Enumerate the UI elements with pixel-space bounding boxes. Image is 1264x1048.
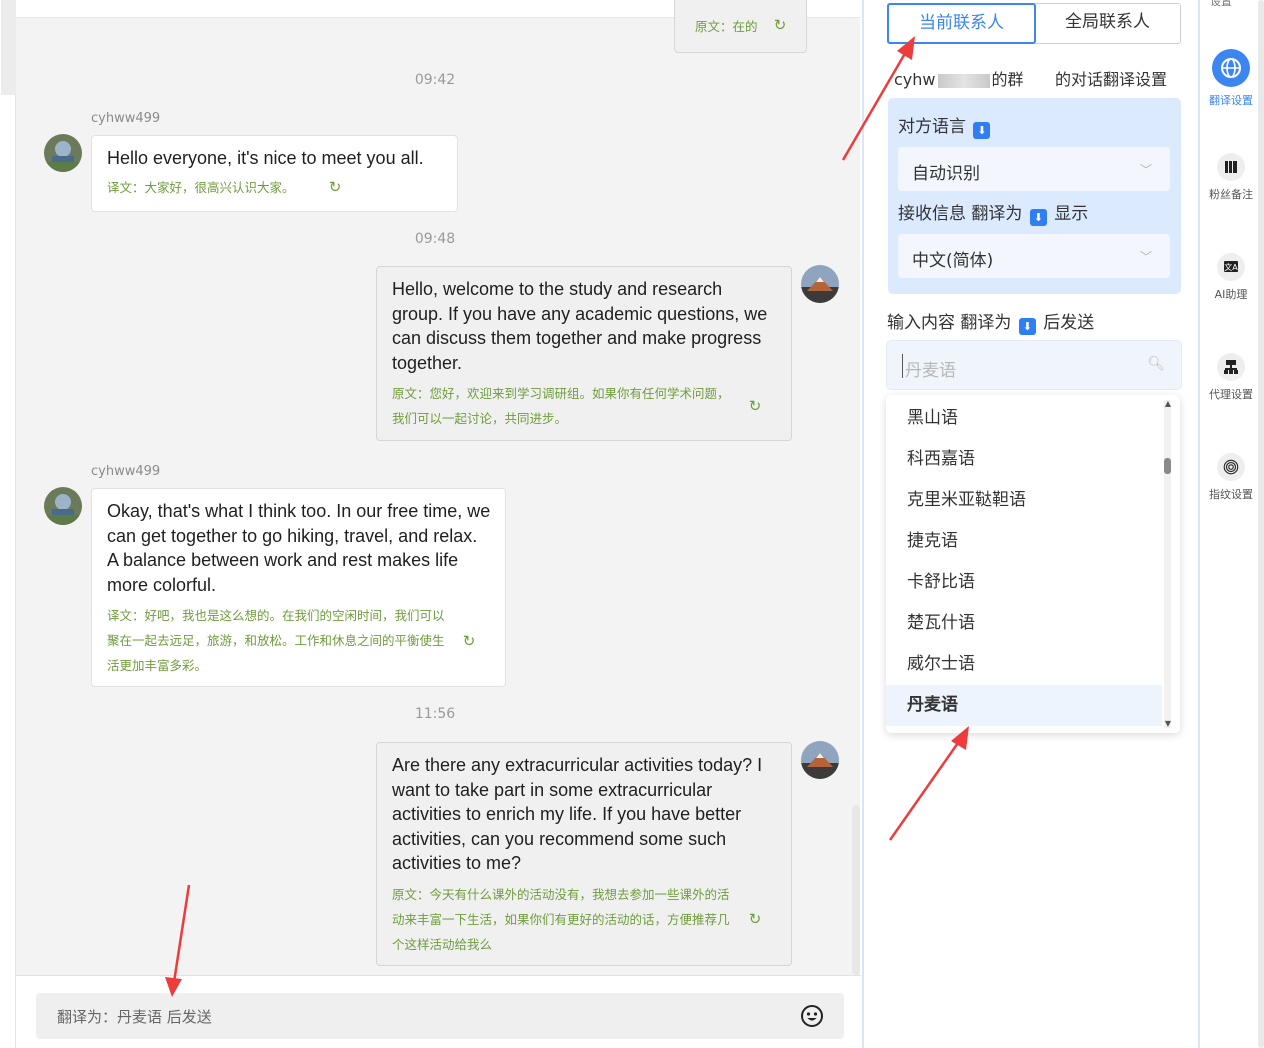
language-option[interactable]: 科西嘉语	[886, 439, 1162, 480]
sender-name: cyhww499	[91, 464, 161, 479]
settings-heading: cyhw 的群 的对话翻译设置	[894, 66, 1184, 90]
retranslate-icon[interactable]: ↻	[747, 398, 763, 414]
previous-translation-text: 原文：在的	[695, 19, 758, 34]
sidebar-item-label: AI助理	[1214, 288, 1248, 301]
translation-text: 译文：大家好，很高兴认识大家。	[107, 179, 295, 195]
settings-title: 的对话翻译设置	[1055, 70, 1168, 89]
outgoing-message-bubble: Are there any extracurricular activities…	[376, 742, 792, 966]
retranslate-icon[interactable]: ↻	[327, 179, 343, 195]
redacted-group-name	[937, 73, 990, 88]
send-language-search-input[interactable]: 丹麦语 🔍︎	[886, 340, 1182, 390]
window-edge	[1258, 0, 1264, 1048]
own-avatar[interactable]	[801, 265, 839, 303]
cut-off-label: 设置	[1210, 0, 1232, 8]
emoji-icon[interactable]	[800, 1004, 824, 1028]
their-language-label: 对方语言 ⬇	[898, 112, 992, 139]
language-option[interactable]: 楚瓦什语	[886, 603, 1162, 644]
contact-avatar[interactable]	[44, 134, 82, 172]
retranslate-icon[interactable]: ↻	[747, 911, 763, 927]
sidebar-item-label: 粉丝备注	[1209, 188, 1253, 201]
svg-text:文A: 文A	[1224, 262, 1238, 272]
proxy-network-icon	[1217, 353, 1245, 381]
globe-icon	[1212, 49, 1250, 87]
their-language-select[interactable]: 自动识别 ﹀	[898, 147, 1170, 191]
language-option-selected[interactable]: 丹麦语	[886, 685, 1162, 726]
app-window: 原文：在的 ↻ 09:42 cyhww499 Hello everyone, i…	[0, 0, 1264, 1048]
language-option[interactable]: 威尔士语	[886, 644, 1162, 685]
chat-left-edge	[1, 0, 16, 95]
chevron-down-icon: ﹀	[1139, 163, 1152, 177]
chevron-down-icon: ﹀	[1139, 250, 1152, 264]
language-option[interactable]: 卡舒比语	[886, 562, 1162, 603]
receive-language-select[interactable]: 中文(简体) ﹀	[898, 234, 1170, 278]
search-placeholder: 丹麦语	[905, 361, 956, 381]
message-text: Hello everyone, it's nice to meet you al…	[107, 148, 424, 168]
timestamp: 11:56	[414, 706, 456, 722]
fingerprint-icon	[1217, 453, 1245, 481]
scroll-thumb[interactable]	[1164, 458, 1171, 474]
sidebar-item-fan-notes[interactable]: 粉丝备注	[1202, 153, 1260, 202]
sidebar-item-translation-settings[interactable]: 翻译设置	[1202, 49, 1260, 108]
tab-current-contact[interactable]: 当前联系人	[887, 3, 1036, 44]
dropdown-scrollbar[interactable]: ▲ ▼	[1164, 400, 1172, 728]
language-option[interactable]: 克里米亚鞑靼语	[886, 480, 1162, 521]
translation-text: 译文：好吧，我也是这么想的。在我们的空闲时间，我们可以聚在一起去远足，旅游，和放…	[107, 608, 445, 673]
ai-translate-icon: 文A	[1217, 253, 1245, 281]
incoming-message-bubble: Hello everyone, it's nice to meet you al…	[91, 135, 458, 212]
tools-sidebar: 设置 翻译设置 粉丝备注 文A AI助理 代理设置 指纹设置	[1202, 0, 1264, 1048]
timestamp: 09:42	[414, 72, 456, 88]
contact-avatar[interactable]	[44, 487, 82, 525]
group-name-suffix: 的群	[991, 70, 1024, 89]
language-dropdown-list: 黑山语 科西嘉语 克里米亚鞑靼语 捷克语 卡舒比语 楚瓦什语 威尔士语 丹麦语 …	[886, 395, 1180, 733]
translation-settings-panel: 当前联系人 全局联系人 cyhw 的群 的对话翻译设置 对方语言 ⬇ 自动识别 ﹀…	[862, 0, 1200, 1048]
outgoing-message-bubble: Hello, welcome to the study and research…	[376, 266, 792, 441]
search-icon: 🔍︎	[1147, 356, 1165, 372]
message-input[interactable]: 翻译为：丹麦语 后发送	[36, 993, 844, 1039]
contact-scope-tabs: 当前联系人 全局联系人	[887, 3, 1181, 44]
chat-pane: 原文：在的 ↻ 09:42 cyhww499 Hello everyone, i…	[1, 0, 861, 1048]
timestamp: 09:48	[414, 231, 456, 247]
receive-language-value: 中文(简体)	[912, 251, 994, 271]
sidebar-item-proxy-settings[interactable]: 代理设置	[1202, 353, 1260, 402]
language-option[interactable]: 黑山语	[886, 398, 1162, 439]
sidebar-item-label: 指纹设置	[1209, 488, 1253, 501]
sidebar-item-label: 代理设置	[1209, 388, 1253, 401]
language-option[interactable]: 捷克语	[886, 521, 1162, 562]
previous-message-bubble: 原文：在的 ↻	[674, 0, 807, 53]
tab-global-contacts[interactable]: 全局联系人	[1035, 4, 1180, 43]
download-icon: ⬇	[1018, 318, 1036, 335]
message-text: Are there any extracurricular activities…	[392, 755, 763, 873]
sidebar-item-fingerprint-settings[interactable]: 指纹设置	[1202, 453, 1260, 502]
input-placeholder: 翻译为：丹麦语 后发送	[57, 1008, 212, 1026]
translation-text: 原文：您好，欢迎来到学习调研组。如果你有任何学术问题，我们可以一起讨论，共同进步…	[392, 386, 730, 426]
message-text: Hello, welcome to the study and research…	[392, 279, 768, 373]
retranslate-icon[interactable]: ↻	[461, 633, 477, 649]
their-language-value: 自动识别	[912, 164, 980, 184]
text-cursor	[902, 354, 903, 378]
sender-name: cyhww499	[91, 111, 161, 126]
message-input-bar: 翻译为：丹麦语 后发送	[16, 975, 861, 1048]
retranslate-icon[interactable]: ↻	[772, 17, 788, 33]
own-avatar[interactable]	[801, 741, 839, 779]
sidebar-item-ai-assistant[interactable]: 文A AI助理	[1202, 253, 1260, 302]
download-icon: ⬇	[973, 122, 991, 139]
scroll-up-icon[interactable]: ▲	[1164, 400, 1172, 408]
download-icon: ⬇	[1029, 209, 1047, 226]
scroll-down-icon[interactable]: ▼	[1164, 720, 1172, 728]
group-name-prefix: cyhw	[894, 70, 936, 89]
message-text: Okay, that's what I think too. In our fr…	[107, 501, 491, 595]
receive-translate-label: 接收信息 翻译为 ⬇ 显示	[898, 204, 1089, 226]
send-translate-label: 输入内容 翻译为 ⬇ 后发送	[887, 313, 1095, 335]
chat-scrollbar[interactable]	[852, 805, 860, 975]
sidebar-item-label: 翻译设置	[1209, 94, 1253, 107]
notes-icon	[1217, 153, 1245, 181]
receive-settings-box: 对方语言 ⬇ 自动识别 ﹀ 接收信息 翻译为 ⬇ 显示 中文(简体) ﹀	[888, 98, 1181, 294]
incoming-message-bubble: Okay, that's what I think too. In our fr…	[91, 488, 506, 687]
translation-text: 原文：今天有什么课外的活动没有，我想去参加一些课外的活动来丰富一下生活，如果你们…	[392, 886, 730, 952]
